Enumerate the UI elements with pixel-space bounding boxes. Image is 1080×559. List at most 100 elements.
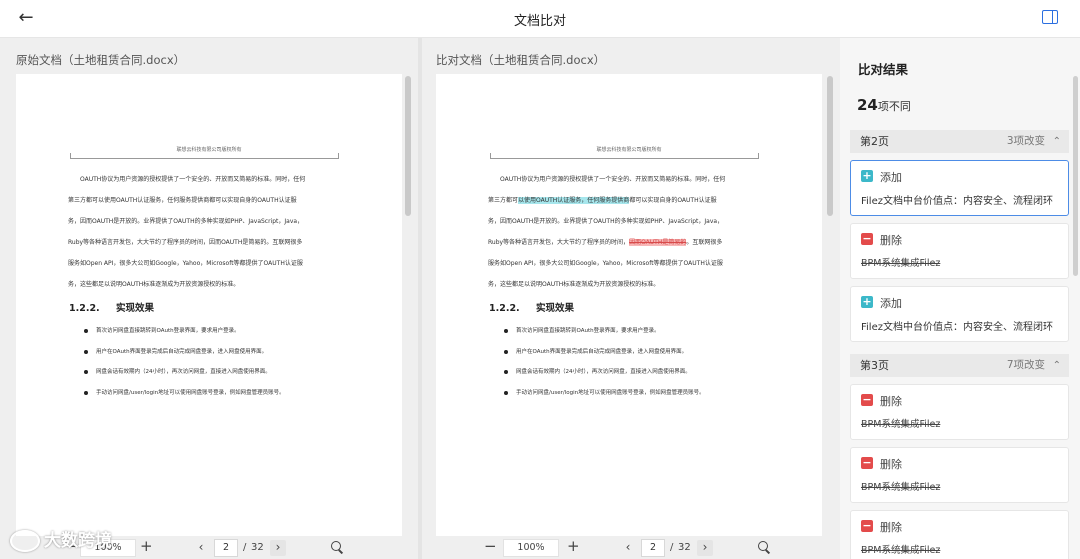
plus-icon: + <box>861 295 873 308</box>
body-paragraph: OAUTH协议为用户资源的授权提供了一个安全的、开放而又简易的标准。同时，任何 … <box>68 169 358 295</box>
change-card-delete[interactable]: − 删除 BPM系统集成Filez <box>850 223 1069 279</box>
list-item: 手动访问网盘/user/login地址可以使用网盘账号登录，例如网盘管理员账号。 <box>504 388 794 409</box>
minus-icon: − <box>861 232 873 245</box>
header-rule-tick <box>758 153 759 159</box>
paragraph-line: OAUTH协议为用户资源的授权提供了一个安全的、开放而又简易的标准。同时，任何 <box>80 176 306 183</box>
list-item: 手动访问网盘/user/login地址可以使用网盘账号登录，例如网盘管理员账号。 <box>84 388 374 409</box>
paragraph-line: 务，这些都足以说明OAUTH标准逐渐成为开放资源授权的标准。 <box>488 281 660 288</box>
results-title: 比对结果 <box>858 62 909 77</box>
change-card-delete[interactable]: − 删除 BPM系统集成Filez <box>850 447 1069 503</box>
change-text: BPM系统集成Filez <box>861 545 941 556</box>
minus-icon: − <box>861 456 873 469</box>
change-card-delete[interactable]: − 删除 BPM系统集成Filez <box>850 510 1069 559</box>
next-page-button[interactable]: › <box>697 540 713 556</box>
list-item: 网盘会话有效期内（24小时），再次访问网盘，直接进入网盘使用界面。 <box>504 367 794 388</box>
chevron-up-icon[interactable]: ⌃ <box>1053 130 1061 153</box>
page-title: 文档比对 <box>513 14 566 29</box>
comparison-results-panel: 比对结果 24项不同 第2页 3项改变 ⌃ + 添加 Filez文档中台价值点：… <box>840 38 1080 559</box>
change-type: 添加 <box>880 171 902 184</box>
bullet-list: 首次访问网盘直接跳转到OAuth登录界面，要求用户登录。 用户在OAuth界面登… <box>84 326 374 408</box>
page-group-header[interactable]: 第3页 7项改变 ⌃ <box>850 354 1069 377</box>
page-group-change-count: 7项改变 <box>1006 359 1045 371</box>
section-number: 1.2.2. <box>489 303 520 314</box>
compared-document-page: 联想云科技有限公司版权所有 OAUTH协议为用户资源的授权提供了一个安全的、开放… <box>436 74 822 536</box>
paragraph-line: 第三方都可以使用OAUTH认证服务，任何服务提供商都可以实现自身的OAUTH认证… <box>488 190 778 211</box>
paragraph-line: 务，因而OAUTH是开放的。业界提供了OAUTH的多种实现如PHP、JavaSc… <box>488 218 724 225</box>
zoom-in-button[interactable]: + <box>567 538 580 554</box>
top-bar: ← 文档比对 <box>0 0 1080 38</box>
zoom-level[interactable]: 100% <box>503 539 559 557</box>
header-rule-tick <box>338 153 339 159</box>
list-item: 首次访问网盘直接跳转到OAuth登录界面，要求用户登录。 <box>504 326 794 347</box>
zoom-in-button[interactable]: + <box>140 538 153 554</box>
minus-icon: − <box>861 393 873 406</box>
deleted-text-highlight[interactable]: 因而OAUTH是简易的 <box>629 239 687 246</box>
line-text: 第三方都可 <box>488 197 519 204</box>
page-number-input[interactable]: 2 <box>214 539 238 557</box>
original-document-pane: 原始文档（土地租赁合同.docx） 联想云科技有限公司版权所有 OAUTH协议为… <box>0 38 418 559</box>
list-item: 用户在OAuth界面登录完成后自动完成网盘登录，进入网盘使用界面。 <box>84 347 374 368</box>
search-icon[interactable] <box>757 540 771 554</box>
paragraph-line: 务，因而OAUTH是开放的。业界提供了OAUTH的多种实现如PHP、JavaSc… <box>68 218 304 225</box>
difference-count-number: 24 <box>857 96 878 114</box>
document-scrollbar[interactable] <box>405 76 411 216</box>
page-group-header[interactable]: 第2页 3项改变 ⌃ <box>850 130 1069 153</box>
bullet-list: 首次访问网盘直接跳转到OAuth登录界面，要求用户登录。 用户在OAuth界面登… <box>504 326 794 408</box>
paragraph-line: 第三方都可以使用OAUTH认证服务，任何服务提供商都可以实现自身的OAUTH认证… <box>68 197 297 204</box>
page-group-label: 第3页 <box>860 359 889 372</box>
minus-icon: − <box>861 519 873 532</box>
change-type: 删除 <box>880 234 902 247</box>
added-text-highlight[interactable]: 以使用OAUTH认证服务，任何服务提供商 <box>518 197 630 204</box>
change-card-delete[interactable]: − 删除 BPM系统集成Filez <box>850 384 1069 440</box>
original-doc-label: 原始文档（土地租赁合同.docx） <box>16 53 186 67</box>
change-type: 删除 <box>880 521 902 534</box>
page-total: 32 <box>678 542 691 553</box>
page-separator: / <box>670 542 674 553</box>
line-text: 都可以实现自身的OAUTH认证服 <box>629 197 717 204</box>
paragraph-line: Ruby等各种语言开发包，大大节约了程序员的时间，因而OAUTH是简易的。互联网… <box>68 239 303 246</box>
section-heading: 1.2.2. 实现效果 <box>69 300 154 314</box>
list-item: 首次访问网盘直接跳转到OAuth登录界面，要求用户登录。 <box>84 326 374 347</box>
header-rule <box>490 158 758 159</box>
compared-document-pane: 比对文档（土地租赁合同.docx） 联想云科技有限公司版权所有 OAUTH协议为… <box>422 38 840 559</box>
watermark-logo-icon <box>10 530 40 552</box>
split-panel-icon[interactable] <box>1042 10 1058 24</box>
document-scrollbar[interactable] <box>827 76 833 216</box>
change-text: Filez文档中台价值点：内容安全、流程闭环 <box>861 196 1053 207</box>
page-header-text: 联想云科技有限公司版权所有 <box>176 147 242 153</box>
change-card-add[interactable]: + 添加 Filez文档中台价值点：内容安全、流程闭环 <box>850 160 1069 216</box>
next-page-button[interactable]: › <box>270 540 286 556</box>
page-group-label: 第2页 <box>860 135 889 148</box>
list-item: 用户在OAuth界面登录完成后自动完成网盘登录，进入网盘使用界面。 <box>504 347 794 368</box>
line-text: Ruby等各种语言开发包，大大节约了程序员的时间， <box>488 239 630 246</box>
plus-icon: + <box>861 169 873 182</box>
page-separator: / <box>243 542 247 553</box>
paragraph-line: 服务如Open API，很多大公司如Google，Yahoo，Microsoft… <box>488 260 723 267</box>
paragraph-line: OAUTH协议为用户资源的授权提供了一个安全的、开放而又简易的标准。同时，任何 <box>500 176 726 183</box>
section-heading: 1.2.2. 实现效果 <box>489 300 574 314</box>
paragraph-line: Ruby等各种语言开发包，大大节约了程序员的时间，因而OAUTH是简易的。互联网… <box>488 232 778 253</box>
page-group-change-count: 3项改变 <box>1006 135 1045 147</box>
prev-page-button[interactable]: ‹ <box>620 540 636 556</box>
page-header-text: 联想云科技有限公司版权所有 <box>596 147 662 153</box>
change-type: 删除 <box>880 458 902 471</box>
zoom-out-button[interactable]: − <box>484 538 497 554</box>
results-scrollbar[interactable] <box>1073 76 1078 276</box>
chevron-up-icon[interactable]: ⌃ <box>1053 354 1061 377</box>
change-type: 添加 <box>880 297 902 310</box>
section-title: 实现效果 <box>116 303 155 314</box>
compared-doc-label: 比对文档（土地租赁合同.docx） <box>436 53 606 67</box>
original-document-page: 联想云科技有限公司版权所有 OAUTH协议为用户资源的授权提供了一个安全的、开放… <box>16 74 402 536</box>
change-text: Filez文档中台价值点：内容安全、流程闭环 <box>861 322 1053 333</box>
prev-page-button[interactable]: ‹ <box>193 540 209 556</box>
body-paragraph: OAUTH协议为用户资源的授权提供了一个安全的、开放而又简易的标准。同时，任何 … <box>488 169 778 295</box>
paragraph-line: 服务如Open API，很多大公司如Google，Yahoo，Microsoft… <box>68 260 303 267</box>
document-toolbar: − 100% + ‹ 2 / 32 › <box>422 536 840 559</box>
search-icon[interactable] <box>330 540 344 554</box>
line-text: 。互联网很多 <box>686 239 723 246</box>
paragraph-line: 务，这些都足以说明OAUTH标准逐渐成为开放资源授权的标准。 <box>68 281 240 288</box>
section-title: 实现效果 <box>536 303 575 314</box>
section-number: 1.2.2. <box>69 303 100 314</box>
change-card-add[interactable]: + 添加 Filez文档中台价值点：内容安全、流程闭环 <box>850 286 1069 342</box>
page-number-input[interactable]: 2 <box>641 539 665 557</box>
